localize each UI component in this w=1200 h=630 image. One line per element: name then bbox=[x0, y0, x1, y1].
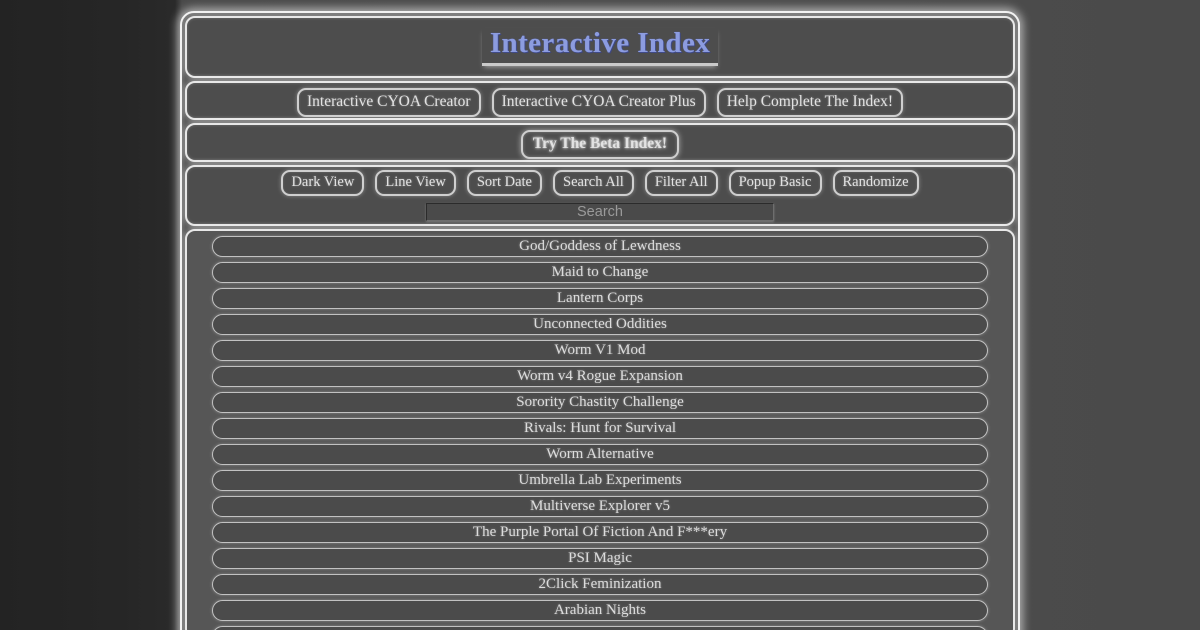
link-interactive-cyoa-creator-plus[interactable]: Interactive CYOA Creator Plus bbox=[492, 88, 706, 117]
list-item[interactable]: Maid to Change bbox=[212, 262, 988, 283]
line-view-button[interactable]: Line View bbox=[375, 170, 455, 196]
try-beta-index-button[interactable]: Try The Beta Index! bbox=[521, 130, 679, 159]
app-frame: Interactive Index Interactive CYOA Creat… bbox=[180, 11, 1020, 630]
list-item[interactable]: The Purple Portal Of Fiction And F***ery bbox=[212, 522, 988, 543]
view-controls-row: Dark View Line View Sort Date Search All… bbox=[193, 170, 1007, 196]
sort-date-button[interactable]: Sort Date bbox=[467, 170, 542, 196]
list-item[interactable]: God/Goddess of Lewdness bbox=[212, 236, 988, 257]
beta-index-panel: Try The Beta Index! bbox=[185, 123, 1015, 162]
filter-all-button[interactable]: Filter All bbox=[645, 170, 718, 196]
list-item[interactable] bbox=[212, 626, 988, 630]
list-item[interactable]: Sorority Chastity Challenge bbox=[212, 392, 988, 413]
list-item[interactable]: Unconnected Oddities bbox=[212, 314, 988, 335]
search-input[interactable] bbox=[426, 203, 774, 221]
page-title: Interactive Index bbox=[482, 28, 718, 66]
list-item[interactable]: Worm v4 Rogue Expansion bbox=[212, 366, 988, 387]
dark-view-button[interactable]: Dark View bbox=[281, 170, 364, 196]
view-controls-panel: Dark View Line View Sort Date Search All… bbox=[185, 165, 1015, 226]
list-item[interactable]: PSI Magic bbox=[212, 548, 988, 569]
search-all-button[interactable]: Search All bbox=[553, 170, 634, 196]
list-item[interactable]: Worm V1 Mod bbox=[212, 340, 988, 361]
link-help-complete-the-index[interactable]: Help Complete The Index! bbox=[717, 88, 903, 117]
list-item[interactable]: Worm Alternative bbox=[212, 444, 988, 465]
list-item[interactable]: Multiverse Explorer v5 bbox=[212, 496, 988, 517]
list-item[interactable]: Lantern Corps bbox=[212, 288, 988, 309]
list-item[interactable]: 2Click Feminization bbox=[212, 574, 988, 595]
index-list-panel: God/Goddess of Lewdness Maid to Change L… bbox=[185, 229, 1015, 630]
list-item[interactable]: Arabian Nights bbox=[212, 600, 988, 621]
list-item[interactable]: Umbrella Lab Experiments bbox=[212, 470, 988, 491]
link-interactive-cyoa-creator[interactable]: Interactive CYOA Creator bbox=[297, 88, 481, 117]
randomize-button[interactable]: Randomize bbox=[833, 170, 919, 196]
external-links-panel: Interactive CYOA Creator Interactive CYO… bbox=[185, 81, 1015, 120]
popup-basic-button[interactable]: Popup Basic bbox=[729, 170, 822, 196]
title-panel: Interactive Index bbox=[185, 16, 1015, 78]
list-item[interactable]: Rivals: Hunt for Survival bbox=[212, 418, 988, 439]
